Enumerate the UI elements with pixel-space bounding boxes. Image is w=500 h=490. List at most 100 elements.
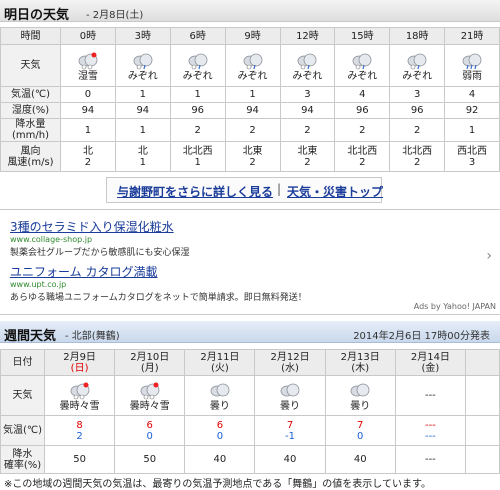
sleet-icon: [133, 53, 153, 69]
wind-speed-label: 風速(m/s): [7, 156, 54, 168]
humidity-cell: 94: [60, 102, 116, 119]
weather-text: ---: [424, 390, 436, 401]
low-temp: -1: [285, 430, 296, 442]
low-temp: ---: [424, 430, 436, 442]
time-cell: 9時: [224, 27, 281, 45]
temp-cell: 1: [169, 86, 226, 103]
ad-url[interactable]: www.collage-shop.jp: [10, 235, 92, 244]
time-cell: 3時: [114, 27, 171, 45]
weekly-temp-cell: 7 -1: [254, 415, 326, 446]
weekly-empty-cell: [465, 349, 500, 376]
wind-cell: 北東 2: [224, 141, 281, 172]
sleet-icon: [352, 53, 372, 69]
weekly-region: - 北部(舞鶴): [65, 331, 120, 342]
low-temp: 0: [216, 430, 224, 442]
weather-cell: 弱雨: [444, 44, 500, 87]
weather-text: みぞれ: [347, 70, 378, 82]
wind-cell: 北1: [114, 141, 171, 172]
ads-provider[interactable]: Ads by Yahoo! JAPAN: [414, 302, 496, 311]
light-rain-icon: [462, 53, 482, 69]
weather-text: 曇り: [350, 400, 371, 412]
humidity-cell: 96: [169, 102, 226, 119]
ad-title[interactable]: ユニフォーム カタログ満載: [10, 263, 157, 280]
day-date: 2月9日: [63, 351, 96, 363]
ad-title[interactable]: 3種のセラミド入り保湿化粧水: [10, 218, 174, 235]
weekly-precip-cell: ---: [394, 445, 467, 474]
ads-panel: 3種のセラミド入り保湿化粧水 www.collage-shop.jp 製薬会社グ…: [0, 209, 500, 315]
cloudy-snow-icon: [70, 382, 89, 399]
footnote: ※この地域の週間天気の気温は、最寄りの気温予測地点である「舞鶴」の値を表示してい…: [4, 479, 431, 490]
temp-cell: 0: [60, 86, 116, 103]
wind-dir: 北北西: [182, 145, 213, 157]
wind-dir: 北東: [242, 145, 263, 157]
day-date: 2月11日: [200, 351, 240, 363]
weather-cell: みぞれ: [169, 44, 226, 87]
high-temp: 7: [286, 419, 294, 431]
wind-dir: 北: [82, 145, 93, 157]
sleet-icon: [407, 53, 427, 69]
time-cell: 18時: [389, 27, 446, 45]
wet-snow-icon: [78, 52, 98, 69]
day-date: 2月12日: [270, 351, 310, 363]
weekly-header: 週間天気 - 北部(舞鶴) 2014年2月6日 17時00分発表: [0, 321, 500, 344]
weekly-empty-cell: [465, 375, 500, 416]
weekly-announce: 2014年2月6日 17時00分発表: [353, 331, 490, 342]
weekly-precip-cell: 50: [114, 445, 186, 474]
low-temp: 0: [146, 430, 153, 442]
precip-cell: 1: [114, 118, 171, 142]
links-box: 与謝野町をさらに詳しく見る | 天気・災害トップ: [106, 177, 383, 203]
ads-next-arrow-icon[interactable]: ›: [486, 248, 492, 264]
tomorrow-table: 時間 0時 3時 6時 9時 12時 15時 18時 21時 天気 湿雪 みぞれ み…: [0, 27, 500, 172]
disaster-link[interactable]: 天気・災害トップ: [287, 183, 383, 200]
time-cell: 12時: [279, 27, 336, 45]
day-of-week: (金): [421, 362, 440, 374]
weather-text: みぞれ: [402, 70, 433, 82]
date-cell: 2月14日 (金): [394, 349, 467, 376]
weekly-empty-cell: [465, 415, 500, 446]
wind-cell: 北2: [60, 141, 116, 172]
precip-label-line2: 確率(%): [3, 459, 42, 471]
weekly-precip-cell: 40: [324, 445, 396, 474]
cloudy-icon: [280, 383, 300, 396]
precip-cell: 1: [444, 118, 500, 142]
sleet-icon: [243, 53, 262, 69]
weekly-precip-cell: 40: [184, 445, 256, 474]
temp-cell: 4: [334, 86, 391, 103]
tomorrow-header: 明日の天気 - 2月8日(土): [0, 0, 500, 23]
weather-text: 曇り: [280, 400, 301, 412]
high-temp: 7: [357, 419, 364, 431]
wind-dir: 北北西: [402, 145, 433, 157]
wind-cell: 西北西 3: [444, 141, 500, 172]
tomorrow-title: 明日の天気: [4, 8, 70, 23]
weekly-weather-cell: 曇り: [324, 375, 396, 416]
cloudy-icon: [350, 383, 370, 396]
ad-desc: あらゆる職場ユニフォームカタログをネットで簡単請求。即日無料発送！: [10, 293, 307, 303]
ad-desc: 製薬会社グループだから敏感肌にも安心保湿: [10, 248, 190, 258]
weather-text: 曇時々雪: [129, 400, 170, 412]
wind-speed: 1: [139, 156, 146, 168]
weather-text: 曇時々雪: [59, 400, 100, 412]
weather-cell: 湿雪: [60, 44, 116, 87]
detail-link[interactable]: 与謝野町をさらに詳しく見る: [117, 183, 273, 200]
day-of-week: (木): [351, 362, 370, 374]
wind-cell: 北北西 1: [169, 141, 226, 172]
wind-label: 風向 風速(m/s): [0, 141, 61, 172]
ad-url[interactable]: www.upt.co.jp: [10, 280, 66, 289]
day-of-week: (水): [281, 362, 299, 374]
wind-dir-label: 風向: [20, 145, 41, 157]
wind-speed: 2: [249, 156, 256, 168]
date-cell: 2月13日 (木): [324, 349, 396, 376]
precip-cell: 2: [279, 118, 336, 142]
wind-speed: 2: [84, 156, 92, 168]
wind-cell: 北北西 2: [389, 141, 446, 172]
humidity-cell: 94: [114, 102, 171, 119]
temp-cell: 1: [224, 86, 281, 103]
wind-cell: 北東 2: [279, 141, 336, 172]
weekly-temp-cell: 70: [324, 415, 396, 446]
precip-cell: 1: [60, 118, 116, 142]
weekly-weather-cell: 曇時々雪: [43, 375, 116, 416]
links-separator: |: [277, 182, 282, 196]
time-cell: 15時: [334, 27, 391, 45]
temp-cell: 3: [279, 86, 336, 103]
high-temp: 6: [146, 419, 153, 431]
